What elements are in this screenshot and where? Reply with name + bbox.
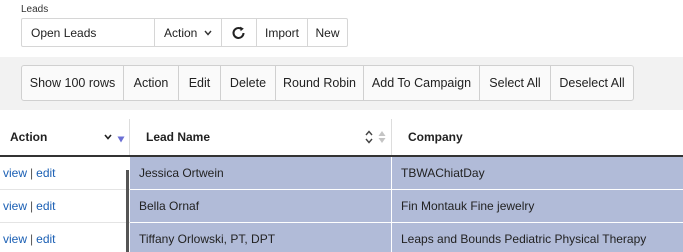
view-action-dropdown[interactable]: Action (155, 19, 222, 46)
edit-link[interactable]: edit (36, 199, 55, 213)
link-separator: | (30, 166, 34, 180)
table-row[interactable]: view | edit Tiffany Orlowski, PT, DPT Le… (0, 223, 683, 252)
edit-button[interactable]: Edit (179, 66, 221, 100)
lead-name-cell[interactable]: Tiffany Orlowski, PT, DPT (130, 223, 392, 252)
link-separator: | (30, 232, 34, 246)
company-cell[interactable]: TBWAChiatDay (392, 157, 683, 190)
row-actions: view | edit (0, 157, 130, 190)
table-row[interactable]: view | edit Bella Ornaf Fin Montauk Fine… (0, 190, 683, 223)
column-header-lead-name[interactable]: Lead Name (130, 119, 392, 155)
link-separator: | (30, 199, 34, 213)
edit-link[interactable]: edit (36, 232, 55, 246)
chevron-down-icon (204, 30, 212, 36)
round-robin-button[interactable]: Round Robin (276, 66, 364, 100)
refresh-icon (232, 26, 245, 39)
new-button[interactable]: New (308, 19, 347, 46)
add-to-campaign-button[interactable]: Add To Campaign (364, 66, 480, 100)
chevron-down-icon[interactable] (104, 134, 112, 140)
bulk-toolbar: Show 100 rows Action Edit Delete Round R… (21, 65, 634, 101)
view-link[interactable]: view (3, 166, 27, 180)
edit-link[interactable]: edit (36, 166, 55, 180)
lead-name-cell[interactable]: Jessica Ortwein (130, 157, 392, 190)
sort-icon[interactable] (365, 130, 373, 144)
lead-name-cell[interactable]: Bella Ornaf (130, 190, 392, 223)
row-actions: view | edit (0, 190, 130, 223)
row-actions: view | edit (0, 223, 130, 252)
column-header-action[interactable]: Action (0, 119, 130, 155)
action-button[interactable]: Action (124, 66, 179, 100)
toolbar-area: Show 100 rows Action Edit Delete Round R… (0, 57, 683, 110)
sort-arrows-icon[interactable] (378, 130, 386, 144)
view-bar: Open Leads Action Import New (21, 18, 348, 47)
deselect-all-button[interactable]: Deselect All (551, 66, 633, 100)
view-action-label: Action (164, 25, 198, 40)
page-label: Leads (21, 4, 49, 15)
column-resize-handle[interactable] (126, 170, 129, 252)
view-link[interactable]: view (3, 232, 27, 246)
company-cell[interactable]: Fin Montauk Fine jewelry (392, 190, 683, 223)
table-header: Action Lead Name Company (0, 119, 683, 157)
column-header-lead-name-label: Lead Name (146, 130, 211, 144)
view-select[interactable]: Open Leads (22, 19, 155, 46)
table-row[interactable]: view | edit Jessica Ortwein TBWAChiatDay (0, 157, 683, 190)
company-cell[interactable]: Leaps and Bounds Pediatric Physical Ther… (392, 223, 683, 252)
delete-button[interactable]: Delete (221, 66, 276, 100)
select-all-button[interactable]: Select All (480, 66, 551, 100)
show-rows-button[interactable]: Show 100 rows (22, 66, 124, 100)
view-link[interactable]: view (3, 199, 27, 213)
column-header-company[interactable]: Company (392, 119, 683, 155)
import-button[interactable]: Import (257, 19, 308, 46)
refresh-button[interactable] (222, 19, 257, 46)
sort-indicator-icon[interactable] (117, 136, 125, 143)
column-header-action-label: Action (10, 130, 48, 144)
